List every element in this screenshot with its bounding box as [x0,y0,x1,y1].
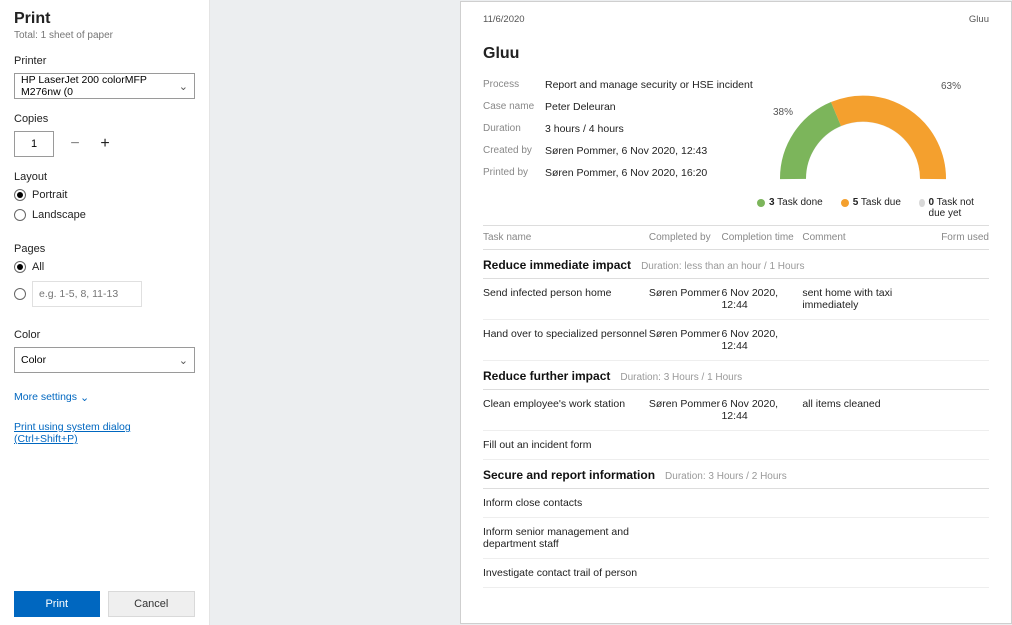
gauge-chart: 38% 63% [763,79,963,189]
meta-block: ProcessReport and manage security or HSE… [483,79,753,219]
chart-block: 38% 63% 3 Task done 5 Task due 0 Task not … [753,79,989,219]
legend-item: 0 Task not due yet [919,197,985,219]
table-row: Inform senior management and department … [483,518,989,559]
preview-title: Gluu [483,45,989,63]
layout-label: Layout [14,171,195,183]
section-row: Secure and report informationDuration: 3… [483,460,989,489]
layout-landscape-option[interactable]: Landscape [14,209,195,221]
legend-dot-icon [841,199,849,207]
copies-input[interactable] [14,131,54,157]
legend-item: 5 Task due [841,197,901,219]
section-row: Reduce immediate impactDuration: less th… [483,250,989,279]
table-row: Investigate contact trail of person [483,559,989,588]
more-settings-toggle[interactable]: More settings ⌄ [14,391,89,404]
chevron-down-icon: ⌄ [179,80,188,93]
section-row: Reduce further impactDuration: 3 Hours /… [483,361,989,390]
task-table: Task name Completed by Completion time C… [483,225,989,588]
panel-subtitle: Total: 1 sheet of paper [14,30,195,41]
gauge-right-label: 63% [941,81,961,92]
radio-checked-icon [14,189,26,201]
system-dialog-link[interactable]: Print using system dialog (Ctrl+Shift+P) [14,421,195,445]
pages-label: Pages [14,243,195,255]
chevron-down-icon: ⌄ [179,354,188,367]
preview-header-app: Gluu [969,14,989,25]
color-label: Color [14,329,195,341]
table-row: Inform close contacts [483,489,989,518]
legend-dot-icon [757,199,765,207]
gauge-left-label: 38% [773,107,793,118]
table-row: Clean employee's work stationSøren Pomme… [483,390,989,431]
print-button[interactable]: Print [14,591,100,617]
pages-custom-option[interactable] [14,281,195,307]
pages-range-input[interactable] [32,281,142,307]
printer-select[interactable]: HP LaserJet 200 colorMFP M276nw (0 ⌄ [14,73,195,99]
print-panel: Print Total: 1 sheet of paper Printer HP… [0,0,210,625]
preview-area: 11/6/2020 Gluu Gluu ProcessReport and ma… [460,0,1012,625]
radio-checked-icon [14,261,26,273]
legend-item: 3 Task done [757,197,823,219]
printer-value: HP LaserJet 200 colorMFP M276nw (0 [21,74,176,98]
preview-gutter [210,0,460,625]
layout-portrait-option[interactable]: Portrait [14,189,195,201]
panel-title: Print [14,10,195,28]
copies-increment[interactable]: + [96,135,114,153]
radio-icon [14,209,26,221]
printer-label: Printer [14,55,195,67]
copies-decrement[interactable]: − [66,135,84,153]
preview-header-date: 11/6/2020 [483,14,525,25]
cancel-button[interactable]: Cancel [108,591,196,617]
table-header-row: Task name Completed by Completion time C… [483,226,989,250]
table-row: Hand over to specialized personnelSøren … [483,320,989,361]
legend-dot-icon [919,199,925,207]
preview-page: 11/6/2020 Gluu Gluu ProcessReport and ma… [460,1,1012,624]
table-row: Fill out an incident form [483,431,989,460]
color-value: Color [21,354,46,366]
pages-all-option[interactable]: All [14,261,195,273]
table-row: Send infected person homeSøren Pommer6 N… [483,279,989,320]
color-select[interactable]: Color ⌄ [14,347,195,373]
radio-icon [14,288,26,300]
chevron-down-icon: ⌄ [80,391,89,404]
chart-legend: 3 Task done 5 Task due 0 Task not due yet [757,197,989,219]
copies-label: Copies [14,113,195,125]
